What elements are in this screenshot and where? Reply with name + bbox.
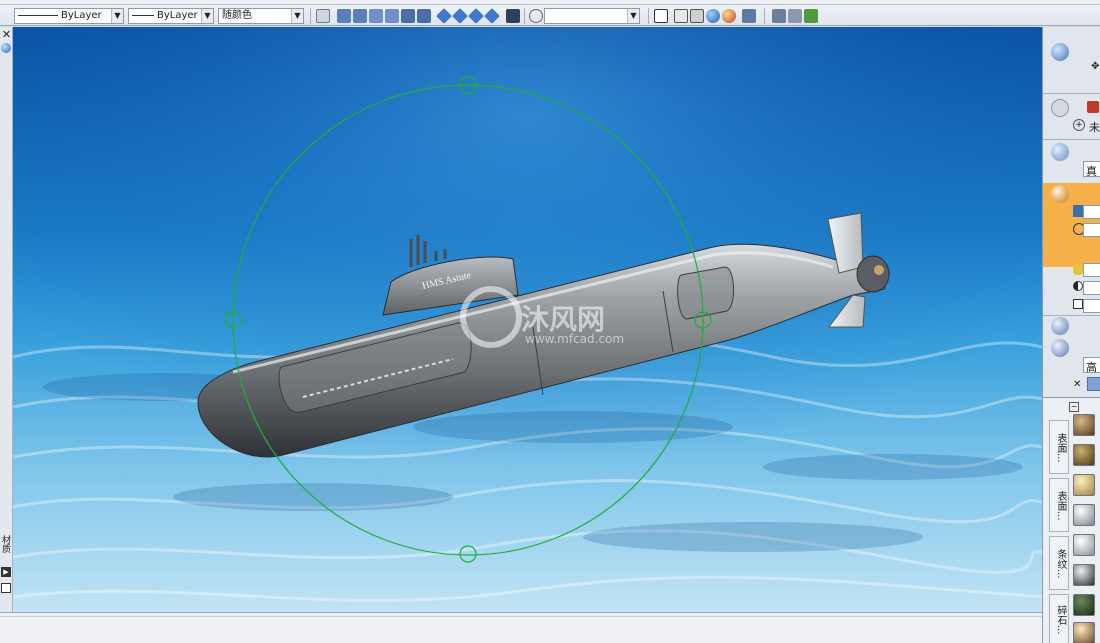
material-swatch[interactable] bbox=[1073, 622, 1095, 643]
line-sample bbox=[132, 14, 154, 16]
right-dashboard-panel: ✥ + 未 真 高 ✕ − 表面... 表面... 条纹... 碎石... bbox=[1042, 27, 1100, 643]
top-view-icon[interactable] bbox=[337, 9, 351, 23]
contrast-icon[interactable] bbox=[1073, 281, 1083, 291]
render-icon[interactable] bbox=[1051, 317, 1069, 335]
materials-icon[interactable] bbox=[1051, 185, 1069, 203]
lights-icon[interactable] bbox=[1051, 99, 1069, 117]
play-icon[interactable]: ▶ bbox=[1, 567, 11, 577]
render-window-icon[interactable] bbox=[1087, 377, 1100, 391]
bulb-icon[interactable] bbox=[1073, 263, 1083, 275]
add-icon[interactable]: + bbox=[1073, 119, 1085, 131]
hidden-icon[interactable] bbox=[690, 9, 704, 23]
visual-style-value: 真 bbox=[1086, 165, 1097, 178]
fly-icon[interactable] bbox=[804, 9, 818, 23]
close-icon[interactable]: ✕ bbox=[1073, 379, 1081, 390]
material-swatch[interactable] bbox=[1073, 504, 1095, 526]
status-divider bbox=[0, 616, 1042, 617]
right-view-icon[interactable] bbox=[385, 9, 399, 23]
linetype-value: ByLayer bbox=[61, 10, 102, 21]
color-combo[interactable]: 随颜色 ▼ bbox=[218, 8, 304, 24]
orbit-icon[interactable] bbox=[772, 9, 786, 23]
target-icon[interactable] bbox=[529, 9, 543, 23]
render-quality-select[interactable]: 高 bbox=[1083, 357, 1100, 374]
material-swatch[interactable] bbox=[1073, 444, 1095, 466]
camera-icon[interactable] bbox=[506, 9, 520, 23]
panel-divider bbox=[1043, 139, 1100, 140]
light-bulb-icon[interactable] bbox=[1087, 101, 1099, 113]
sw-iso-icon[interactable] bbox=[436, 8, 452, 24]
upper-toolbar-edge bbox=[0, 0, 1100, 5]
material-swatch[interactable] bbox=[1073, 534, 1095, 556]
material-tab-4[interactable]: 碎石... bbox=[1049, 594, 1069, 643]
rendered-scene: HMS Astute 沐风网 www.mfcad.com bbox=[13, 27, 1042, 612]
linetype-combo[interactable]: ByLayer ▼ bbox=[14, 8, 124, 24]
close-icon[interactable]: ✕ bbox=[1, 29, 12, 40]
material-swatch[interactable] bbox=[1073, 474, 1095, 496]
wireframe-icon[interactable] bbox=[674, 9, 688, 23]
properties-icon[interactable] bbox=[1, 583, 11, 593]
toolbar-separator bbox=[764, 8, 765, 24]
material-time-input[interactable] bbox=[1083, 223, 1100, 237]
unnamed-label: 未 bbox=[1089, 121, 1100, 134]
propeller bbox=[856, 255, 890, 293]
plot-style-combo[interactable]: ▼ bbox=[544, 8, 640, 24]
exposure-icon[interactable] bbox=[1073, 299, 1083, 309]
material-tab-1[interactable]: 表面... bbox=[1049, 420, 1069, 474]
model-viewport[interactable]: HMS Astute 沐风网 www.mfcad.com bbox=[13, 27, 1042, 612]
material-swatch[interactable] bbox=[1073, 594, 1095, 616]
material-tab-2[interactable]: 表面... bbox=[1049, 478, 1069, 532]
lineweight-combo[interactable]: ByLayer ▼ bbox=[128, 8, 214, 24]
material-swatch[interactable] bbox=[1073, 564, 1095, 586]
toolbar-separator bbox=[310, 8, 311, 24]
material-slider[interactable] bbox=[1083, 205, 1100, 219]
watermark-url: www.mfcad.com bbox=[525, 332, 624, 346]
conceptual-icon[interactable] bbox=[722, 9, 736, 23]
panel-divider bbox=[1043, 93, 1100, 94]
view-icon[interactable] bbox=[316, 9, 330, 23]
nw-iso-icon[interactable] bbox=[484, 8, 500, 24]
move-icon[interactable]: ✥ bbox=[1091, 61, 1100, 72]
material-swatch[interactable] bbox=[1073, 414, 1095, 436]
lineweight-value: ByLayer bbox=[157, 10, 198, 21]
toolbar-separator bbox=[648, 8, 649, 24]
visual-styles-icon[interactable] bbox=[742, 9, 756, 23]
palette-title: 材质 bbox=[0, 535, 10, 553]
ne-iso-icon[interactable] bbox=[468, 8, 484, 24]
palette-globe-icon[interactable] bbox=[1, 43, 11, 53]
panel-divider bbox=[1043, 315, 1100, 316]
chevron-down-icon[interactable]: ▼ bbox=[291, 9, 303, 23]
front-view-icon[interactable] bbox=[401, 9, 415, 23]
render-quality-value: 高 bbox=[1086, 361, 1097, 374]
material-palette: − 表面... 表面... 条纹... 碎石... bbox=[1043, 397, 1100, 643]
chevron-down-icon[interactable]: ▼ bbox=[627, 9, 639, 23]
left-view-icon[interactable] bbox=[369, 9, 383, 23]
toolbar-separator bbox=[524, 8, 525, 24]
color-value: 随颜色 bbox=[222, 10, 252, 21]
back-view-icon[interactable] bbox=[417, 9, 431, 23]
text-style-icon[interactable] bbox=[654, 9, 668, 23]
status-bar bbox=[0, 612, 1042, 643]
render-settings-icon[interactable] bbox=[1051, 339, 1069, 357]
se-iso-icon[interactable] bbox=[452, 8, 468, 24]
material-tab-3[interactable]: 条纹... bbox=[1049, 536, 1069, 590]
walk-icon[interactable] bbox=[788, 9, 802, 23]
visual-style-icon[interactable] bbox=[1051, 143, 1069, 161]
minus-icon[interactable]: − bbox=[1069, 402, 1079, 412]
chevron-down-icon[interactable]: ▼ bbox=[201, 9, 213, 23]
3d-make-icon[interactable] bbox=[1051, 43, 1069, 61]
propeller-hub bbox=[874, 265, 884, 275]
chevron-down-icon[interactable]: ▼ bbox=[111, 9, 123, 23]
contrast-slider[interactable] bbox=[1083, 281, 1100, 295]
rear-panel bbox=[677, 266, 734, 320]
line-sample bbox=[18, 14, 58, 16]
visual-style-select[interactable]: 真 bbox=[1083, 161, 1100, 178]
exposure-slider[interactable] bbox=[1083, 299, 1100, 313]
lighting-slider[interactable] bbox=[1083, 263, 1100, 277]
top-toolbar: ByLayer ▼ ByLayer ▼ 随颜色 ▼ ▼ bbox=[0, 0, 1100, 26]
bottom-view-icon[interactable] bbox=[353, 9, 367, 23]
realistic-icon[interactable] bbox=[706, 9, 720, 23]
left-palette-strip: ✕ 材质 ▶ bbox=[0, 27, 13, 612]
